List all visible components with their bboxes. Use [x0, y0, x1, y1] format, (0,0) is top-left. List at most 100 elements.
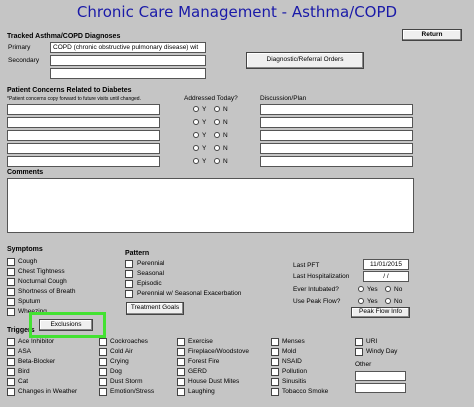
other-trigger-field-1[interactable] — [355, 371, 406, 381]
intubated-no-radio[interactable] — [385, 286, 391, 292]
trigger-label: URI — [366, 338, 378, 345]
addressed-yes-radio[interactable] — [193, 158, 199, 164]
comments-textarea[interactable] — [7, 178, 414, 233]
trigger-checkbox[interactable] — [99, 388, 107, 396]
secondary-diagnosis-field-2[interactable] — [50, 68, 206, 79]
other-trigger-field-2[interactable] — [355, 383, 406, 393]
peak-flow-info-button[interactable]: Peak Flow Info — [351, 307, 410, 318]
concern-field[interactable] — [7, 156, 160, 167]
last-hospitalization-field[interactable]: / / — [363, 271, 409, 282]
trigger-checkbox[interactable] — [99, 348, 107, 356]
trigger-checkbox[interactable] — [271, 358, 279, 366]
addressed-no-radio[interactable] — [214, 145, 220, 151]
addressed-today-label: Addressed Today? — [184, 95, 238, 102]
trigger-label: Changes in Weather — [18, 388, 78, 395]
peak-flow-no-label: No — [394, 298, 403, 305]
trigger-checkbox[interactable] — [99, 338, 107, 346]
addressed-no-label: N — [223, 132, 228, 139]
pattern-label: Perennial — [137, 260, 165, 267]
discussion-plan-field[interactable] — [260, 117, 413, 128]
pattern-checkbox[interactable] — [125, 260, 133, 268]
pattern-label: Perennial w/ Seasonal Exacerbation — [137, 290, 242, 297]
secondary-diagnosis-field[interactable] — [50, 55, 206, 66]
intubated-yes-radio[interactable] — [358, 286, 364, 292]
trigger-checkbox[interactable] — [177, 378, 185, 386]
trigger-checkbox[interactable] — [355, 348, 363, 356]
diagnostic-referral-orders-button[interactable]: Diagnostic/Referral Orders — [246, 52, 364, 69]
trigger-checkbox[interactable] — [177, 338, 185, 346]
trigger-label: Cockroaches — [110, 338, 148, 345]
trigger-checkbox[interactable] — [7, 338, 15, 346]
addressed-no-radio[interactable] — [214, 158, 220, 164]
pattern-checkbox[interactable] — [125, 270, 133, 278]
addressed-yes-radio[interactable] — [193, 132, 199, 138]
peak-flow-no-radio[interactable] — [385, 298, 391, 304]
addressed-yes-radio[interactable] — [193, 119, 199, 125]
discussion-plan-field[interactable] — [260, 143, 413, 154]
pattern-label: Episodic — [137, 280, 162, 287]
trigger-checkbox[interactable] — [355, 338, 363, 346]
addressed-yes-radio[interactable] — [193, 106, 199, 112]
symptom-checkbox[interactable] — [7, 298, 15, 306]
trigger-checkbox[interactable] — [177, 358, 185, 366]
trigger-checkbox[interactable] — [271, 348, 279, 356]
trigger-checkbox[interactable] — [7, 368, 15, 376]
symptom-checkbox[interactable] — [7, 268, 15, 276]
trigger-checkbox[interactable] — [7, 358, 15, 366]
pattern-checkbox[interactable] — [125, 280, 133, 288]
return-button[interactable]: Return — [402, 29, 462, 41]
concern-field[interactable] — [7, 104, 160, 115]
trigger-checkbox[interactable] — [271, 388, 279, 396]
ever-intubated-label: Ever Intubated? — [293, 286, 339, 293]
trigger-checkbox[interactable] — [177, 388, 185, 396]
comments-heading: Comments — [7, 169, 44, 176]
trigger-checkbox[interactable] — [7, 348, 15, 356]
symptom-checkbox[interactable] — [7, 258, 15, 266]
trigger-label: House Dust Mites — [188, 378, 240, 385]
trigger-label: GERD — [188, 368, 207, 375]
symptom-checkbox[interactable] — [7, 308, 15, 316]
concern-field[interactable] — [7, 117, 160, 128]
addressed-no-label: N — [223, 119, 228, 126]
peak-flow-yes-radio[interactable] — [358, 298, 364, 304]
trigger-checkbox[interactable] — [177, 348, 185, 356]
secondary-label: Secondary — [8, 57, 40, 64]
trigger-label: Pollution — [282, 368, 307, 375]
trigger-label: Dog — [110, 368, 122, 375]
symptom-checkbox[interactable] — [7, 278, 15, 286]
trigger-checkbox[interactable] — [271, 338, 279, 346]
trigger-checkbox[interactable] — [99, 358, 107, 366]
trigger-checkbox[interactable] — [271, 368, 279, 376]
last-pft-field[interactable]: 11/01/2015 — [363, 259, 409, 270]
addressed-yes-label: Y — [202, 158, 207, 165]
trigger-label: Mold — [282, 348, 297, 355]
discussion-plan-field[interactable] — [260, 104, 413, 115]
trigger-checkbox[interactable] — [99, 368, 107, 376]
primary-diagnosis-field[interactable]: COPD (chronic obstructive pulmonary dise… — [50, 42, 206, 53]
trigger-label: NSAID — [282, 358, 302, 365]
trigger-checkbox[interactable] — [271, 378, 279, 386]
concern-field[interactable] — [7, 130, 160, 141]
addressed-yes-radio[interactable] — [193, 145, 199, 151]
page-title: Chronic Care Management - Asthma/COPD — [76, 3, 398, 21]
treatment-goals-button[interactable]: Treatment Goals — [126, 302, 184, 315]
intubated-no-label: No — [394, 286, 403, 293]
discussion-plan-field[interactable] — [260, 130, 413, 141]
discussion-plan-field[interactable] — [260, 156, 413, 167]
addressed-no-radio[interactable] — [214, 119, 220, 125]
trigger-checkbox[interactable] — [177, 368, 185, 376]
trigger-checkbox[interactable] — [7, 378, 15, 386]
symptom-label: Nocturnal Cough — [18, 278, 67, 285]
exclusions-button[interactable]: Exclusions — [39, 319, 93, 331]
addressed-no-radio[interactable] — [214, 106, 220, 112]
trigger-label: Tobacco Smoke — [282, 388, 329, 395]
pattern-checkbox[interactable] — [125, 290, 133, 298]
trigger-checkbox[interactable] — [99, 378, 107, 386]
addressed-no-radio[interactable] — [214, 132, 220, 138]
symptom-checkbox[interactable] — [7, 288, 15, 296]
concern-field[interactable] — [7, 143, 160, 154]
last-pft-label: Last PFT — [293, 262, 320, 269]
trigger-checkbox[interactable] — [7, 388, 15, 396]
trigger-label: Fireplace/Woodstove — [188, 348, 249, 355]
symptom-label: Cough — [18, 258, 38, 265]
